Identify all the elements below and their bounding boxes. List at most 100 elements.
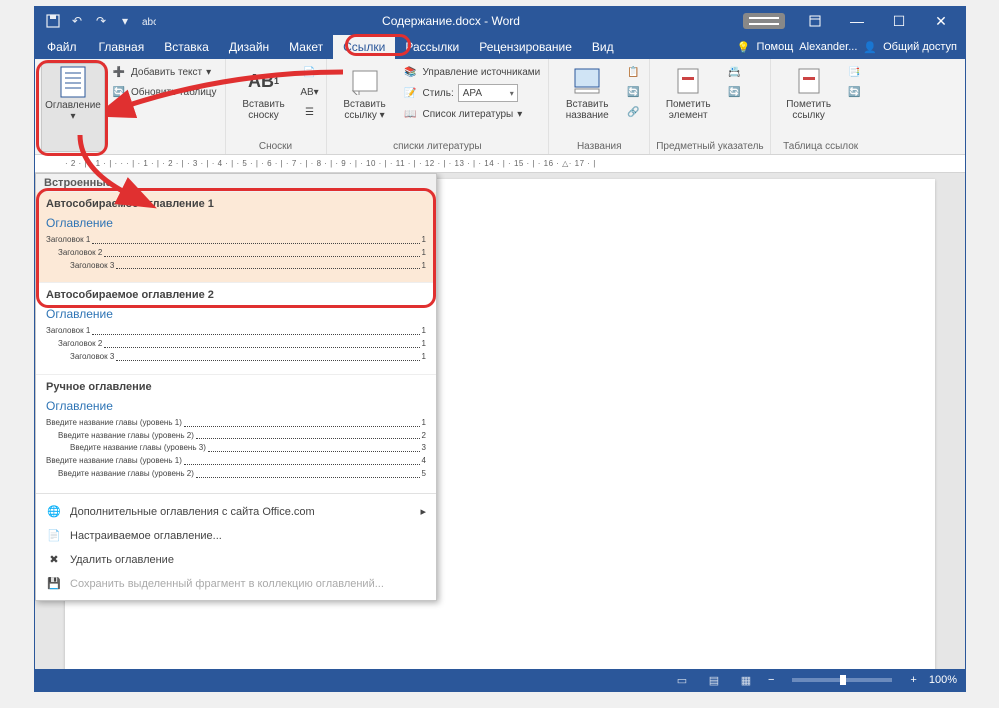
refresh-icon: 🔄 — [111, 84, 127, 100]
web-layout-icon[interactable]: ▦ — [736, 672, 756, 688]
mark-citation-button[interactable]: Пометить ссылку — [777, 63, 841, 139]
autosave-toggle[interactable] — [743, 13, 785, 29]
group-index: Пометить элемент 📇 🔄 Предметный указател… — [650, 59, 770, 154]
toc-button[interactable]: Оглавление▾ — [41, 63, 105, 152]
update-tof-button[interactable]: 🔄 — [623, 83, 643, 101]
toc-auto2-title: Автособираемое оглавление 2 — [46, 289, 426, 301]
horizontal-ruler[interactable]: · 2 · | · 1 · | · · · | · 1 · | · 2 · | … — [35, 155, 965, 173]
redo-icon[interactable]: ↷ — [91, 11, 111, 31]
titlebar: ↶ ↷ ▾ abc Содержание.docx - Word — ☐ ✕ — [35, 7, 965, 35]
more-toc-office[interactable]: 🌐Дополнительные оглавления с сайта Offic… — [36, 500, 436, 524]
ribbon: Оглавление▾ ➕Добавить текст ▾ 🔄Обновить … — [35, 59, 965, 155]
titlebar-controls: — ☐ ✕ — [743, 7, 965, 35]
zoom-slider[interactable] — [792, 678, 892, 682]
custom-toc-icon: 📄 — [46, 528, 62, 544]
close-button[interactable]: ✕ — [921, 7, 961, 35]
share-icon: 👤 — [863, 41, 877, 54]
custom-toc[interactable]: 📄Настраиваемое оглавление... — [36, 524, 436, 548]
show-notes-button[interactable]: ☰ — [300, 103, 320, 121]
cross-ref-button[interactable]: 🔗 — [623, 103, 643, 121]
insert-caption-button[interactable]: Вставить название — [555, 63, 619, 139]
app-window: ↶ ↷ ▾ abc Содержание.docx - Word — ☐ ✕ Ф… — [34, 6, 966, 692]
toc-preview-line: Введите название главы (уровень 1)1 — [46, 417, 426, 430]
toc-auto1-title: Автособираемое оглавление 1 — [46, 198, 426, 210]
tab-home[interactable]: Главная — [89, 35, 155, 59]
toc-option-auto1[interactable]: Автособираемое оглавление 1 Оглавление З… — [36, 192, 436, 283]
print-layout-icon[interactable]: ▤ — [704, 672, 724, 688]
insert-toa-button[interactable]: 📑 — [845, 63, 865, 81]
update-toa-button[interactable]: 🔄 — [845, 83, 865, 101]
toc-option-manual[interactable]: Ручное оглавление Оглавление Введите наз… — [36, 375, 436, 491]
add-text-button[interactable]: ➕Добавить текст ▾ — [109, 63, 219, 81]
update-index-button[interactable]: 🔄 — [724, 83, 744, 101]
dropdown-menu: 🌐Дополнительные оглавления с сайта Offic… — [36, 496, 436, 600]
toc-option-auto2[interactable]: Автособираемое оглавление 2 Оглавление З… — [36, 283, 436, 374]
group-toc: Оглавление▾ ➕Добавить текст ▾ 🔄Обновить … — [35, 59, 226, 154]
save-icon[interactable] — [43, 11, 63, 31]
insert-tof-button[interactable]: 📋 — [623, 63, 643, 81]
style-combo[interactable]: APA — [458, 84, 518, 102]
share-button[interactable]: Общий доступ — [883, 41, 957, 53]
insert-citation-button[interactable]: Вставить ссылку ▾ — [333, 63, 397, 139]
zoom-level[interactable]: 100% — [929, 674, 957, 686]
tab-references[interactable]: Ссылки — [333, 35, 395, 59]
maximize-button[interactable]: ☐ — [879, 7, 919, 35]
read-mode-icon[interactable]: ▭ — [672, 672, 692, 688]
window-title: Содержание.docx - Word — [159, 14, 743, 28]
group-footnotes: AB1 Вставить сноску 📄 AB▾ ☰ Сноски — [226, 59, 327, 154]
group-label-footnotes: Сноски — [232, 139, 320, 152]
bibliography-icon: 📖 — [403, 106, 419, 122]
dropdown-header-builtin: Встроенные — [36, 174, 436, 192]
tab-layout[interactable]: Макет — [279, 35, 333, 59]
group-toa: Пометить ссылку 📑 🔄 Таблица ссылок — [771, 59, 871, 154]
tab-review[interactable]: Рецензирование — [469, 35, 582, 59]
zoom-in[interactable]: + — [910, 674, 916, 686]
tab-file[interactable]: Файл — [35, 35, 89, 59]
insert-index-button[interactable]: 📇 — [724, 63, 744, 81]
group-captions: Вставить название 📋 🔄 🔗 Названия — [549, 59, 650, 154]
mark-citation-icon — [793, 65, 825, 97]
caption-icon — [571, 65, 603, 97]
toc-preview-line: Заголовок 31 — [46, 260, 426, 273]
qat-more-icon[interactable]: ▾ — [115, 11, 135, 31]
quick-access-toolbar: ↶ ↷ ▾ abc — [35, 11, 159, 31]
user-label[interactable]: Alexander... — [799, 41, 857, 53]
mark-entry-button[interactable]: Пометить элемент — [656, 63, 720, 139]
update-table-button[interactable]: 🔄Обновить таблицу — [109, 83, 219, 101]
citation-style[interactable]: 📝Стиль: APA — [401, 83, 543, 103]
next-footnote-button[interactable]: AB▾ — [300, 83, 320, 101]
undo-icon[interactable]: ↶ — [67, 11, 87, 31]
spelling-icon[interactable]: abc — [139, 11, 159, 31]
toc-preview-line: Введите название главы (уровень 2)5 — [46, 468, 426, 481]
svg-text:abc: abc — [142, 17, 156, 28]
tab-mailings[interactable]: Рассылки — [395, 35, 469, 59]
minimize-button[interactable]: — — [837, 7, 877, 35]
bibliography-button[interactable]: 📖Список литературы ▾ — [401, 105, 543, 123]
tell-me-icon[interactable]: 💡 — [737, 41, 751, 54]
insert-endnote-button[interactable]: 📄 — [300, 63, 320, 81]
zoom-out[interactable]: − — [768, 674, 774, 686]
ribbon-options-icon[interactable] — [795, 7, 835, 35]
remove-icon: ✖ — [46, 552, 62, 568]
tab-view[interactable]: Вид — [582, 35, 624, 59]
toc-preview-line: Заголовок 21 — [46, 338, 426, 351]
remove-toc[interactable]: ✖Удалить оглавление — [36, 548, 436, 572]
mark-entry-icon — [672, 65, 704, 97]
tab-design[interactable]: Дизайн — [219, 35, 279, 59]
group-label-bibliography: списки литературы — [333, 139, 543, 152]
statusbar: ▭ ▤ ▦ − + 100% — [35, 669, 965, 691]
toc-preview-line: Заголовок 21 — [46, 247, 426, 260]
toc-preview-line: Заголовок 11 — [46, 325, 426, 338]
toc-preview-line: Введите название главы (уровень 1)4 — [46, 455, 426, 468]
save-toc-selection: 💾Сохранить выделенный фрагмент в коллекц… — [36, 572, 436, 596]
toc-auto2-heading: Оглавление — [46, 307, 426, 321]
toc-preview-line: Заголовок 11 — [46, 234, 426, 247]
tab-insert[interactable]: Вставка — [154, 35, 219, 59]
tell-me-label[interactable]: Помощ — [757, 41, 794, 53]
insert-footnote-button[interactable]: AB1 Вставить сноску — [232, 63, 296, 139]
manage-sources-button[interactable]: 📚Управление источниками — [401, 63, 543, 81]
sources-icon: 📚 — [403, 64, 419, 80]
save-selection-icon: 💾 — [46, 576, 62, 592]
footnote-icon: AB1 — [248, 65, 280, 97]
toc-preview-line: Введите название главы (уровень 3)3 — [46, 442, 426, 455]
